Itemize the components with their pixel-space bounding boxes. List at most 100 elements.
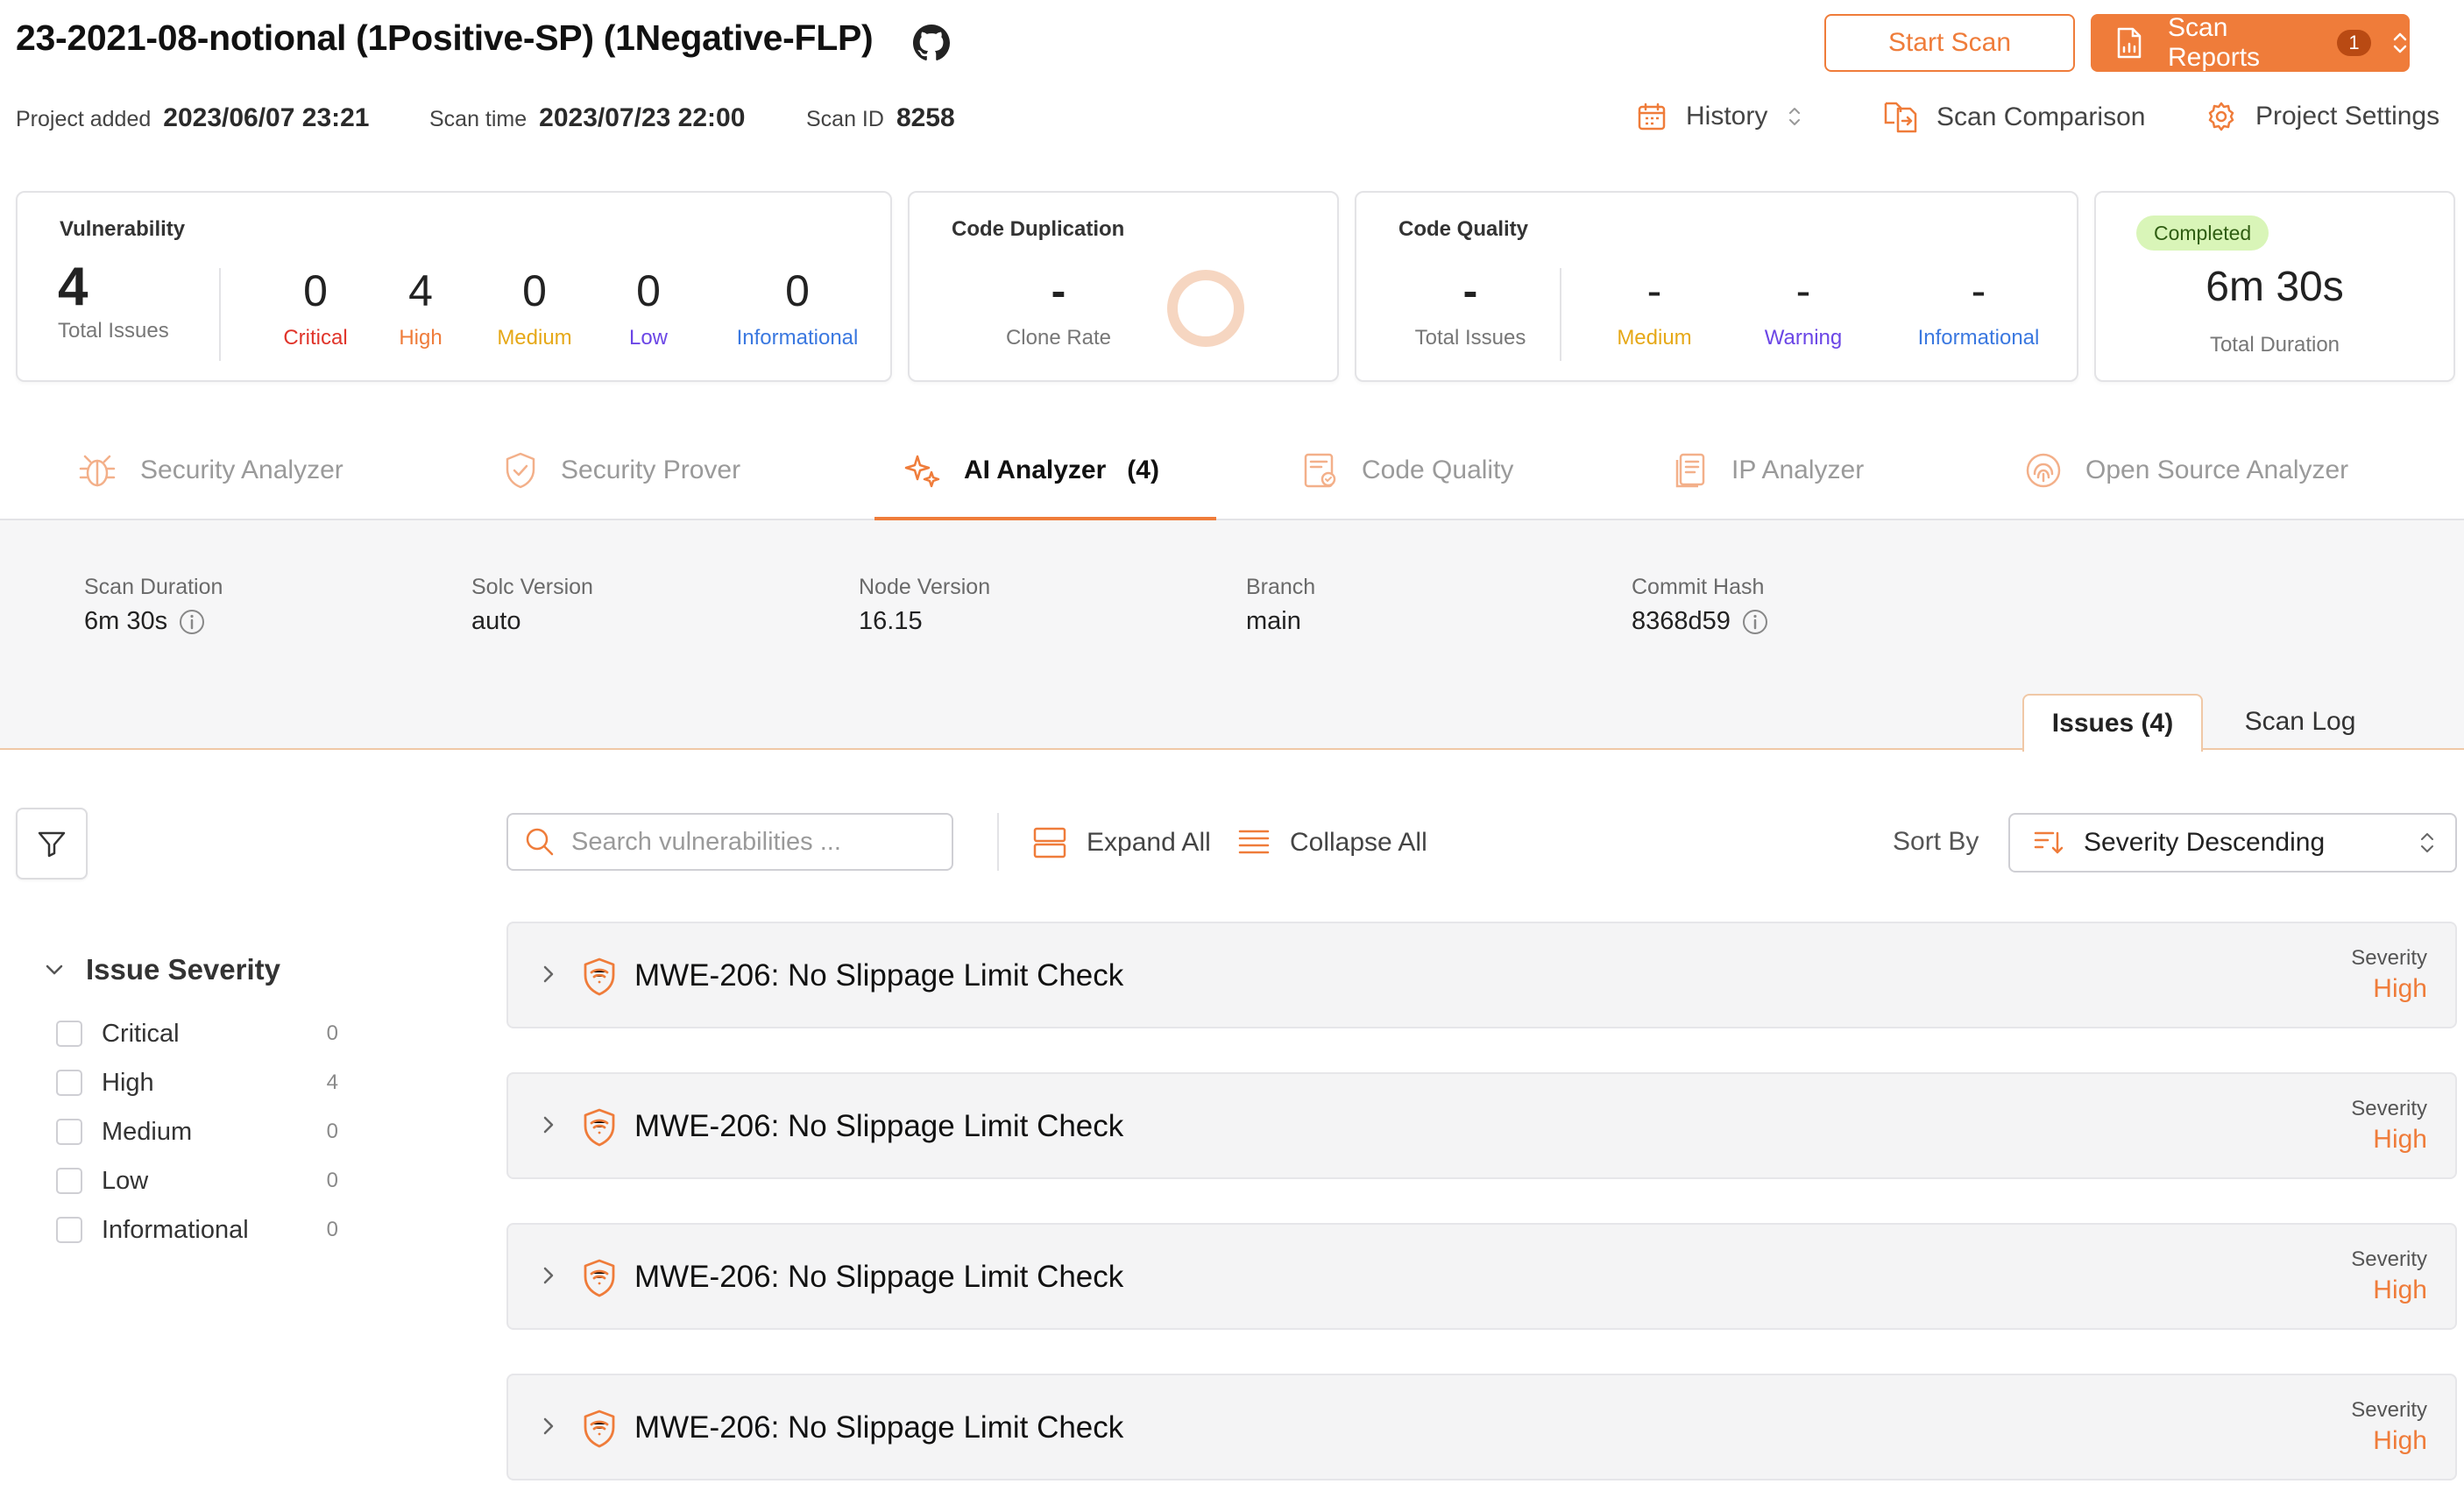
collapse-all-label: Collapse All xyxy=(1290,828,1427,857)
checkbox[interactable] xyxy=(56,1021,82,1047)
filter-icon xyxy=(38,831,66,858)
project-settings-link[interactable]: Project Settings xyxy=(2206,102,2439,131)
chevron-right-icon[interactable] xyxy=(540,1263,557,1288)
vulnerability-card: Vulnerability 4 Total Issues 0 Critical … xyxy=(16,191,892,382)
vuln-total-stat: 4 Total Issues xyxy=(58,260,216,343)
checkbox[interactable] xyxy=(56,1217,82,1243)
page-title: 23-2021-08-notional (1Positive-SP) (1Neg… xyxy=(16,18,874,58)
total-duration-value: 6m 30s xyxy=(2206,264,2344,310)
cq-informational-value: - xyxy=(1971,266,1986,315)
project-added-label: Project added xyxy=(16,107,152,131)
cq-warning-stat[interactable]: - Warning xyxy=(1733,266,1873,350)
vuln-informational-stat[interactable]: 0 Informational xyxy=(710,266,885,350)
severity-filter-count: 0 xyxy=(326,1169,338,1192)
tab-code-quality[interactable]: Code Quality xyxy=(1302,420,1513,520)
node-version-value: 16.15 xyxy=(859,607,923,635)
issue-severity-value: High xyxy=(2373,1125,2427,1154)
search-icon xyxy=(526,828,554,856)
vuln-informational-value: 0 xyxy=(785,266,810,315)
severity-filter-low[interactable]: Low 0 xyxy=(56,1163,338,1198)
report-document-icon xyxy=(2115,27,2143,59)
tab-security-analyzer[interactable]: Security Analyzer xyxy=(77,420,343,520)
collapse-all-button[interactable]: Collapse All xyxy=(1237,823,1427,862)
issue-row[interactable]: MWE-206: No Slippage Limit Check Severit… xyxy=(506,922,2457,1028)
checkbox[interactable] xyxy=(56,1119,82,1145)
commit-hash-value: 8368d59 xyxy=(1632,607,1731,635)
history-selector[interactable]: History xyxy=(1637,102,1802,131)
severity-filter-high[interactable]: High 4 xyxy=(56,1065,338,1100)
severity-filter-critical[interactable]: Critical 0 xyxy=(56,1016,338,1051)
search-box[interactable] xyxy=(506,813,953,871)
filter-button[interactable] xyxy=(16,808,88,880)
issue-row[interactable]: MWE-206: No Slippage Limit Check Severit… xyxy=(506,1374,2457,1480)
shield-wifi-icon xyxy=(584,1108,615,1147)
github-icon[interactable] xyxy=(913,25,950,61)
cq-informational-stat[interactable]: - Informational xyxy=(1891,266,2066,350)
compare-icon xyxy=(1884,102,1917,133)
issue-row[interactable]: MWE-206: No Slippage Limit Check Severit… xyxy=(506,1223,2457,1330)
scan-comparison-link[interactable]: Scan Comparison xyxy=(1884,102,2145,133)
shield-check-icon xyxy=(506,452,535,489)
issue-severity-value: High xyxy=(2373,1275,2427,1304)
tab-issues[interactable]: Issues (4) xyxy=(2022,694,2203,752)
branch-label: Branch xyxy=(1246,575,1316,599)
vuln-medium-stat[interactable]: 0 Medium xyxy=(473,266,596,350)
card-divider xyxy=(219,268,221,361)
cq-medium-stat[interactable]: - Medium xyxy=(1584,266,1724,350)
vuln-critical-stat[interactable]: 0 Critical xyxy=(254,266,377,350)
total-duration-label: Total Duration xyxy=(2209,333,2340,357)
chevron-right-icon[interactable] xyxy=(540,1113,557,1137)
search-input[interactable] xyxy=(571,827,939,857)
sort-select-value: Severity Descending xyxy=(2084,828,2326,857)
issue-severity-label: Severity xyxy=(2351,1247,2427,1271)
tab-security-prover[interactable]: Security Prover xyxy=(503,420,740,520)
severity-filter-medium[interactable]: Medium 0 xyxy=(56,1114,338,1149)
scan-reports-button[interactable]: Scan Reports 1 xyxy=(2091,13,2410,72)
issue-severity-toggle[interactable]: Issue Severity xyxy=(44,953,280,986)
chevron-right-icon[interactable] xyxy=(540,962,557,986)
project-settings-label: Project Settings xyxy=(2255,102,2440,131)
info-icon[interactable] xyxy=(1741,608,1769,636)
solc-version-label: Solc Version xyxy=(471,575,593,599)
start-scan-button[interactable]: Start Scan xyxy=(1824,14,2075,72)
tab-code-quality-label: Code Quality xyxy=(1362,456,1514,484)
scan-duration-value: 6m 30s xyxy=(84,607,168,635)
issue-row[interactable]: MWE-206: No Slippage Limit Check Severit… xyxy=(506,1072,2457,1179)
scan-time-meta: Scan time 2023/07/23 22:00 xyxy=(429,103,745,133)
info-icon[interactable] xyxy=(178,608,206,636)
scan-time-label: Scan time xyxy=(429,107,527,131)
tab-open-source-analyzer[interactable]: Open Source Analyzer xyxy=(2024,420,2348,520)
issue-severity-label: Severity xyxy=(2351,1097,2427,1120)
vuln-high-stat[interactable]: 4 High xyxy=(368,266,473,350)
cq-medium-label: Medium xyxy=(1617,326,1692,350)
card-divider xyxy=(1560,268,1561,361)
severity-filter-label: Low xyxy=(102,1166,149,1195)
sort-select[interactable]: Severity Descending xyxy=(2008,813,2457,873)
checkbox[interactable] xyxy=(56,1168,82,1194)
vuln-low-stat[interactable]: 0 Low xyxy=(596,266,701,350)
checkbox[interactable] xyxy=(56,1070,82,1096)
cq-warning-value: - xyxy=(1795,266,1811,315)
vuln-critical-label: Critical xyxy=(283,326,348,350)
expand-all-button[interactable]: Expand All xyxy=(1032,823,1211,862)
commit-hash-label: Commit Hash xyxy=(1632,575,1765,599)
cq-medium-value: - xyxy=(1646,266,1662,315)
tab-ai-analyzer-label: AI Analyzer xyxy=(964,456,1107,484)
severity-filter-informational[interactable]: Informational 0 xyxy=(56,1212,338,1247)
sort-descending-icon xyxy=(2034,831,2064,854)
tab-scan-log[interactable]: Scan Log xyxy=(2208,694,2392,750)
calendar-icon xyxy=(1638,102,1666,131)
gear-icon xyxy=(2208,102,2234,131)
commit-hash-info: Commit Hash 8368d59 xyxy=(1632,575,1769,636)
scan-reports-label: Scan Reports xyxy=(2168,13,2261,72)
chevron-right-icon[interactable] xyxy=(540,1414,557,1438)
sort-by-label: Sort By xyxy=(1893,827,1979,856)
solc-version-value: auto xyxy=(471,607,521,635)
scan-id-meta: Scan ID 8258 xyxy=(806,103,955,133)
cq-informational-label: Informational xyxy=(1917,326,2040,350)
issue-severity-label: Severity xyxy=(2351,1398,2427,1422)
tab-ip-analyzer[interactable]: IP Analyzer xyxy=(1674,420,1864,520)
scan-time-value: 2023/07/23 22:00 xyxy=(539,103,746,132)
vuln-high-value: 4 xyxy=(408,266,433,315)
tab-ai-analyzer[interactable]: AI Analyzer (4) xyxy=(903,420,1159,520)
